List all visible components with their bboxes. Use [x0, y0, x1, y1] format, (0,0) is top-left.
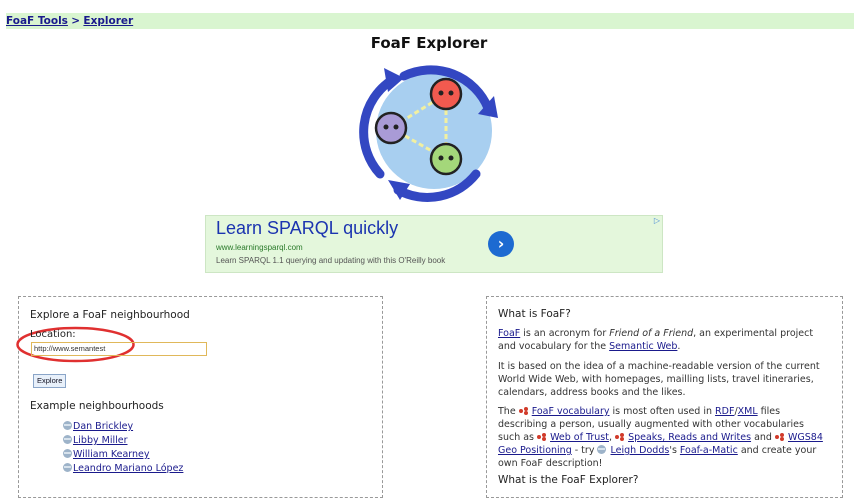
foaf-a-matic-link[interactable]: Foaf-a-Matic	[680, 445, 738, 456]
globe-icon	[63, 435, 72, 444]
explore-panel: Explore a FoaF neighbourhood Location: h…	[16, 296, 383, 498]
list-item: William Kearney	[63, 448, 183, 462]
logo-node-red	[429, 77, 463, 111]
leigh-dodds-link[interactable]: Leigh Dodds	[611, 445, 670, 456]
logo-node-purple	[374, 111, 408, 145]
ad-choices-icon[interactable]: ▷	[654, 216, 660, 225]
list-item: Leandro Mariano López	[63, 462, 183, 476]
example-link[interactable]: Leandro Mariano López	[73, 463, 183, 474]
sparql-ad-banner[interactable]: Learn SPARQL quickly www.learningsparql.…	[205, 215, 663, 273]
text: is an acronym for	[520, 328, 610, 339]
text: 's	[669, 445, 680, 456]
foaf-vocabulary-link[interactable]: FoaF vocabulary	[532, 406, 610, 417]
text: and	[751, 432, 775, 443]
globe-icon	[597, 445, 607, 454]
semantic-web-link[interactable]: Semantic Web	[609, 341, 677, 352]
ad-url[interactable]: www.learningsparql.com	[216, 243, 303, 252]
breadcrumb-explorer-link[interactable]: Explorer	[83, 15, 133, 27]
about-paragraph-3: The FoaF vocabulary is most often used i…	[498, 405, 828, 470]
text: The	[498, 406, 519, 417]
about-paragraph-2: It is based on the idea of a machine-rea…	[498, 361, 820, 398]
xml-link[interactable]: XML	[738, 406, 758, 417]
rdf-icon	[615, 433, 625, 441]
foaf-logo	[359, 65, 498, 202]
about-panel: What is FoaF? FoaF is an acronym for Fri…	[486, 296, 843, 498]
speaks-reads-writes-link[interactable]: Speaks, Reads and Writes	[628, 432, 751, 443]
example-link[interactable]: Dan Brickley	[73, 421, 133, 432]
list-item: Libby Miller	[63, 434, 183, 448]
text: .	[677, 341, 681, 352]
what-is-explorer-heading: What is the FoaF Explorer?	[498, 474, 639, 486]
ad-title[interactable]: Learn SPARQL quickly	[216, 218, 398, 239]
example-link[interactable]: Libby Miller	[73, 435, 128, 446]
rdf-link[interactable]: RDF	[715, 406, 734, 417]
breadcrumb: FoaF Tools > Explorer	[6, 13, 854, 29]
about-paragraph-1: FoaF is an acronym for Friend of a Frien…	[498, 327, 828, 353]
logo-node-green	[429, 142, 463, 176]
rdf-icon	[518, 407, 529, 415]
explore-heading: Explore a FoaF neighbourhood	[30, 309, 190, 321]
rdf-icon	[537, 433, 547, 441]
list-item: Dan Brickley	[63, 420, 183, 434]
breadcrumb-separator: >	[71, 15, 81, 27]
globe-icon	[63, 463, 72, 472]
text: is most often used in	[609, 406, 716, 417]
ad-go-arrow-icon[interactable]: ›	[488, 231, 514, 257]
breadcrumb-foaf-tools-link[interactable]: FoaF Tools	[6, 15, 68, 27]
location-input[interactable]: http://www.semantest	[31, 342, 207, 356]
globe-icon	[63, 421, 72, 430]
foaf-link[interactable]: FoaF	[498, 328, 520, 339]
rdf-icon	[774, 433, 785, 441]
what-is-foaf-heading: What is FoaF?	[498, 308, 571, 320]
ad-description: Learn SPARQL 1.1 querying and updating w…	[216, 256, 446, 265]
text: - try	[571, 445, 598, 456]
example-link[interactable]: William Kearney	[73, 449, 150, 460]
location-label: Location:	[30, 329, 76, 340]
examples-heading: Example neighbourhoods	[30, 400, 164, 412]
explore-button[interactable]: Explore	[33, 374, 67, 388]
web-of-trust-link[interactable]: Web of Trust	[550, 432, 609, 443]
example-list: Dan Brickley Libby Miller William Kearne…	[63, 420, 183, 476]
globe-icon	[63, 449, 72, 458]
page-title: FoaF Explorer	[370, 34, 488, 52]
text-emphasis: Friend of a Friend	[609, 328, 694, 339]
